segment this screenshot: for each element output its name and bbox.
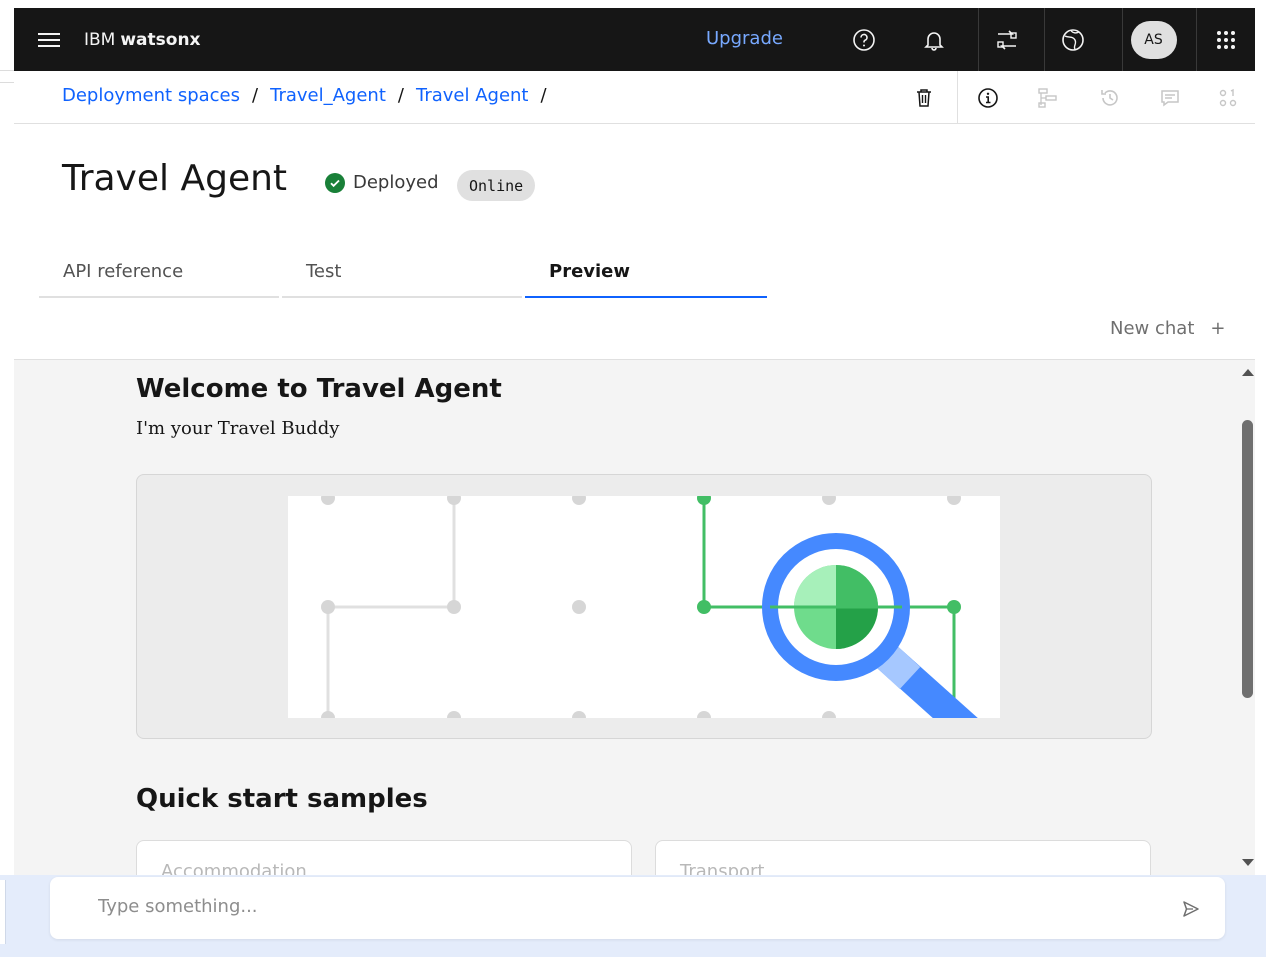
quick-start-card-label: Transport [680, 861, 765, 875]
top-navigation-bar: IBM watsonx Upgrade AS [14, 8, 1255, 71]
comments-icon[interactable] [1140, 71, 1200, 124]
brand-product: watsonx [120, 29, 201, 50]
switcher-icon[interactable] [978, 8, 1034, 71]
scroll-down-arrow-icon[interactable] [1242, 859, 1254, 866]
left-gutter-line [0, 70, 14, 71]
tab-test[interactable]: Test [282, 248, 522, 298]
info-icon[interactable] [958, 71, 1018, 124]
status-label: Deployed [353, 172, 439, 193]
welcome-title: Welcome to Travel Agent [136, 374, 502, 404]
global-icon[interactable] [1044, 8, 1100, 71]
app-grid-icon[interactable] [1196, 8, 1255, 71]
quick-start-card-accommodation[interactable]: Accommodation [136, 840, 632, 875]
left-edge-panel [0, 880, 6, 944]
scrollbar-thumb[interactable] [1242, 420, 1253, 698]
breadcrumb-bar: Deployment spaces / Travel_Agent / Trave… [14, 71, 1255, 124]
product-brand[interactable]: IBM watsonx [84, 30, 201, 50]
user-avatar-button[interactable]: AS [1122, 8, 1184, 71]
help-icon[interactable] [836, 8, 892, 71]
delete-icon[interactable] [894, 71, 954, 124]
send-icon[interactable] [1175, 893, 1207, 925]
plus-icon: + [1210, 318, 1226, 339]
upgrade-link[interactable]: Upgrade [706, 28, 783, 49]
left-gutter-line [0, 82, 14, 83]
breadcrumb-item-space[interactable]: Travel_Agent [270, 85, 386, 106]
breadcrumb-item-deployment[interactable]: Travel Agent [416, 85, 529, 106]
welcome-subtitle: I'm your Travel Buddy [136, 418, 340, 439]
chat-panel: Welcome to Travel Agent I'm your Travel … [14, 360, 1240, 875]
tab-preview[interactable]: Preview [525, 248, 767, 298]
quick-start-card-transport[interactable]: Transport [655, 840, 1151, 875]
history-icon[interactable] [1080, 71, 1140, 124]
page-title: Travel Agent [62, 158, 288, 199]
tab-api-reference[interactable]: API reference [39, 248, 279, 298]
chat-message-input[interactable] [98, 896, 1098, 917]
breadcrumb: Deployment spaces / Travel_Agent / Trave… [62, 85, 547, 106]
quick-start-card-label: Accommodation [161, 861, 307, 875]
new-chat-button[interactable]: New chat + [1110, 318, 1225, 339]
lineage-icon[interactable] [1018, 71, 1078, 124]
scroll-up-arrow-icon[interactable] [1242, 369, 1254, 376]
chat-scrollbar[interactable] [1240, 360, 1255, 875]
status-badge: Online [457, 170, 536, 201]
checkmark-icon [325, 172, 345, 193]
breadcrumb-separator: / [397, 85, 404, 106]
magnifying-glass-illustration [288, 496, 1000, 718]
deployment-status: Deployed [325, 172, 439, 193]
app-window: IBM watsonx Upgrade AS Deployment spaces… [0, 0, 1266, 957]
notification-icon[interactable] [906, 8, 962, 71]
welcome-illustration-card [136, 474, 1152, 739]
quick-start-title: Quick start samples [136, 784, 428, 814]
avatar: AS [1130, 20, 1177, 59]
menu-icon[interactable] [14, 8, 84, 71]
breadcrumb-separator: / [540, 85, 547, 106]
new-chat-label: New chat [1110, 318, 1195, 339]
breadcrumb-separator: / [252, 85, 259, 106]
chat-input-area [0, 875, 1266, 957]
breadcrumb-item-deployment-spaces[interactable]: Deployment spaces [62, 85, 240, 106]
brand-prefix: IBM [84, 29, 116, 50]
data-icon[interactable] [1200, 71, 1255, 124]
chat-input-box [50, 877, 1225, 939]
